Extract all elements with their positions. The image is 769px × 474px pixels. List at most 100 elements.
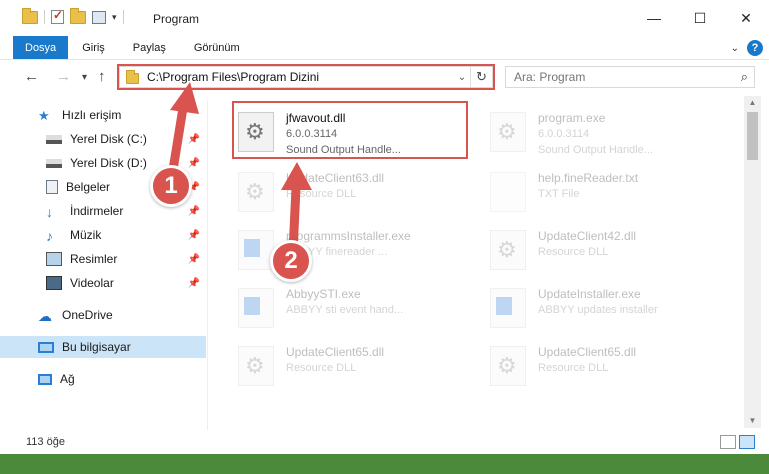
download-icon: ↓ [46, 204, 53, 220]
chevron-down-icon[interactable]: ⌄ [731, 43, 739, 54]
file-tile[interactable]: UpdateClient42.dll Resource DLL [490, 224, 730, 284]
minimize-button[interactable]: — [631, 0, 677, 36]
file-type: TXT File [538, 188, 580, 200]
file-name: UpdateClient65.dll [538, 345, 637, 359]
window-controls: — ☐ ✕ [631, 0, 769, 36]
file-version: 6.0.0.3114 [538, 128, 590, 140]
sidebar-item-pictures[interactable]: Resimler 📌 [0, 248, 206, 270]
drive-icon [46, 134, 62, 144]
file-name: program.exe [538, 111, 606, 125]
dll-file-icon [238, 112, 274, 152]
computer-icon [38, 341, 54, 353]
refresh-icon[interactable]: ↻ [470, 67, 492, 87]
exe-file-icon [238, 288, 274, 328]
documents-icon [46, 180, 58, 194]
sidebar-item-music[interactable]: ♪ Müzik 📌 [0, 224, 206, 246]
sidebar-item-label: Hızlı erişim [62, 108, 122, 122]
scroll-down-icon[interactable]: ▼ [744, 414, 761, 428]
dll-file-icon [238, 172, 274, 212]
music-icon: ♪ [46, 228, 53, 244]
sidebar-item-label: Yerel Disk (D:) [70, 156, 147, 170]
file-tile[interactable]: UpdateClient65.dll Resource DLL [238, 340, 468, 400]
folder-icon [126, 70, 139, 84]
file-type: Resource DLL [538, 362, 609, 374]
tab-view[interactable]: Görünüm [180, 36, 254, 59]
new-folder-icon[interactable] [70, 7, 86, 24]
exe-file-icon [490, 288, 526, 328]
pictures-icon [46, 252, 62, 266]
address-path[interactable]: C:\Program Files\Program Dizini [147, 70, 454, 84]
sidebar-item-this-pc[interactable]: Bu bilgisayar [0, 336, 206, 358]
file-name: AbbyySTI.exe [286, 287, 361, 301]
sidebar-item-label: Ağ [60, 372, 75, 386]
file-name: UpdateInstaller.exe [538, 287, 641, 301]
file-description: ABBYY updates installer [538, 304, 658, 316]
file-description: ABBYY sti event hand... [286, 304, 404, 316]
address-bar[interactable]: C:\Program Files\Program Dizini ⌄ ↻ [119, 66, 493, 88]
tab-share[interactable]: Paylaş [119, 36, 180, 59]
exe-file-icon [238, 230, 274, 270]
forward-arrow-icon[interactable]: → [56, 68, 71, 85]
properties-icon[interactable] [92, 10, 106, 24]
search-box[interactable]: ⌕ [505, 66, 755, 88]
properties-check-icon[interactable] [51, 8, 64, 24]
file-name: UpdateClient63.dll [286, 171, 385, 185]
step-badge-1: 1 [150, 165, 192, 207]
sidebar-item-label: Müzik [70, 228, 102, 242]
recent-locations-icon[interactable]: ▾ [82, 72, 87, 83]
pin-icon[interactable]: 📌 [188, 254, 200, 265]
tab-home[interactable]: Giriş [68, 36, 119, 59]
sidebar-item-videos[interactable]: Videolar 📌 [0, 272, 206, 294]
file-tile[interactable]: help.fineReader.txt TXT File [490, 166, 730, 226]
video-icon [46, 276, 62, 290]
search-input[interactable] [514, 70, 724, 84]
item-count: 113 öğe [26, 436, 65, 448]
details-view-icon[interactable] [720, 435, 736, 449]
dll-file-icon [490, 346, 526, 386]
back-arrow-icon[interactable]: ← [24, 68, 39, 85]
customize-toolbar-icon[interactable]: ▾ [112, 12, 117, 23]
window-title: Program [153, 12, 200, 26]
file-name: help.fineReader.txt [538, 171, 639, 185]
sidebar-item-disk-c[interactable]: Yerel Disk (C:) 📌 [0, 128, 206, 150]
chevron-down-icon[interactable]: ⌄ [454, 72, 470, 83]
title-bar: ▾ Program — ☐ ✕ [0, 0, 769, 36]
status-bar: 113 öğe [0, 432, 769, 454]
file-type: Resource DLL [286, 188, 357, 200]
pin-icon[interactable]: 📌 [188, 134, 200, 145]
network-icon [38, 373, 52, 385]
sidebar-item-label: Yerel Disk (C:) [70, 132, 147, 146]
file-version: 6.0.0.3114 [286, 128, 338, 140]
file-tile-jfwavout[interactable]: jfwavout.dll 6.0.0.3114 Sound Output Han… [238, 106, 468, 166]
file-tile[interactable]: UpdateClient63.dll Resource DLL [238, 166, 468, 226]
scroll-up-icon[interactable]: ▲ [744, 96, 761, 110]
pin-icon[interactable]: 📌 [188, 278, 200, 289]
step-badge-2: 2 [270, 240, 312, 282]
file-tile-program-exe[interactable]: program.exe 6.0.0.3114 Sound Output Hand… [490, 106, 730, 166]
sidebar-item-label: OneDrive [62, 308, 113, 322]
pin-icon[interactable]: 📌 [188, 158, 200, 169]
vertical-scrollbar[interactable]: ▲ ▼ [744, 96, 761, 428]
help-icon[interactable]: ? [747, 40, 763, 56]
sidebar-item-onedrive[interactable]: ☁ OneDrive [0, 304, 206, 326]
drive-icon [46, 158, 62, 168]
text-file-icon [490, 172, 526, 212]
cloud-icon: ☁ [38, 308, 52, 324]
pin-icon[interactable]: 📌 [188, 230, 200, 241]
close-button[interactable]: ✕ [723, 0, 769, 36]
file-tile[interactable]: AbbyySTI.exe ABBYY sti event hand... [238, 282, 468, 342]
sidebar-item-label: Belgeler [66, 180, 111, 194]
file-tile[interactable]: UpdateInstaller.exe ABBYY updates instal… [490, 282, 730, 342]
navigation-pane: ★ Hızlı erişim Yerel Disk (C:) 📌 Yerel D… [0, 100, 208, 430]
sidebar-item-quick-access[interactable]: ★ Hızlı erişim [0, 104, 206, 126]
up-arrow-icon[interactable]: ↑ [98, 68, 106, 85]
tab-file[interactable]: Dosya [13, 36, 69, 59]
sidebar-item-network[interactable]: Ağ [0, 368, 206, 390]
tiles-view-icon[interactable] [739, 435, 755, 449]
search-icon[interactable]: ⌕ [741, 69, 748, 85]
pin-icon[interactable]: 📌 [188, 206, 200, 217]
file-tile[interactable]: UpdateClient65.dll Resource DLL [490, 340, 730, 400]
scroll-thumb[interactable] [747, 112, 758, 160]
maximize-button[interactable]: ☐ [677, 0, 723, 36]
file-name: UpdateClient42.dll [538, 229, 637, 243]
